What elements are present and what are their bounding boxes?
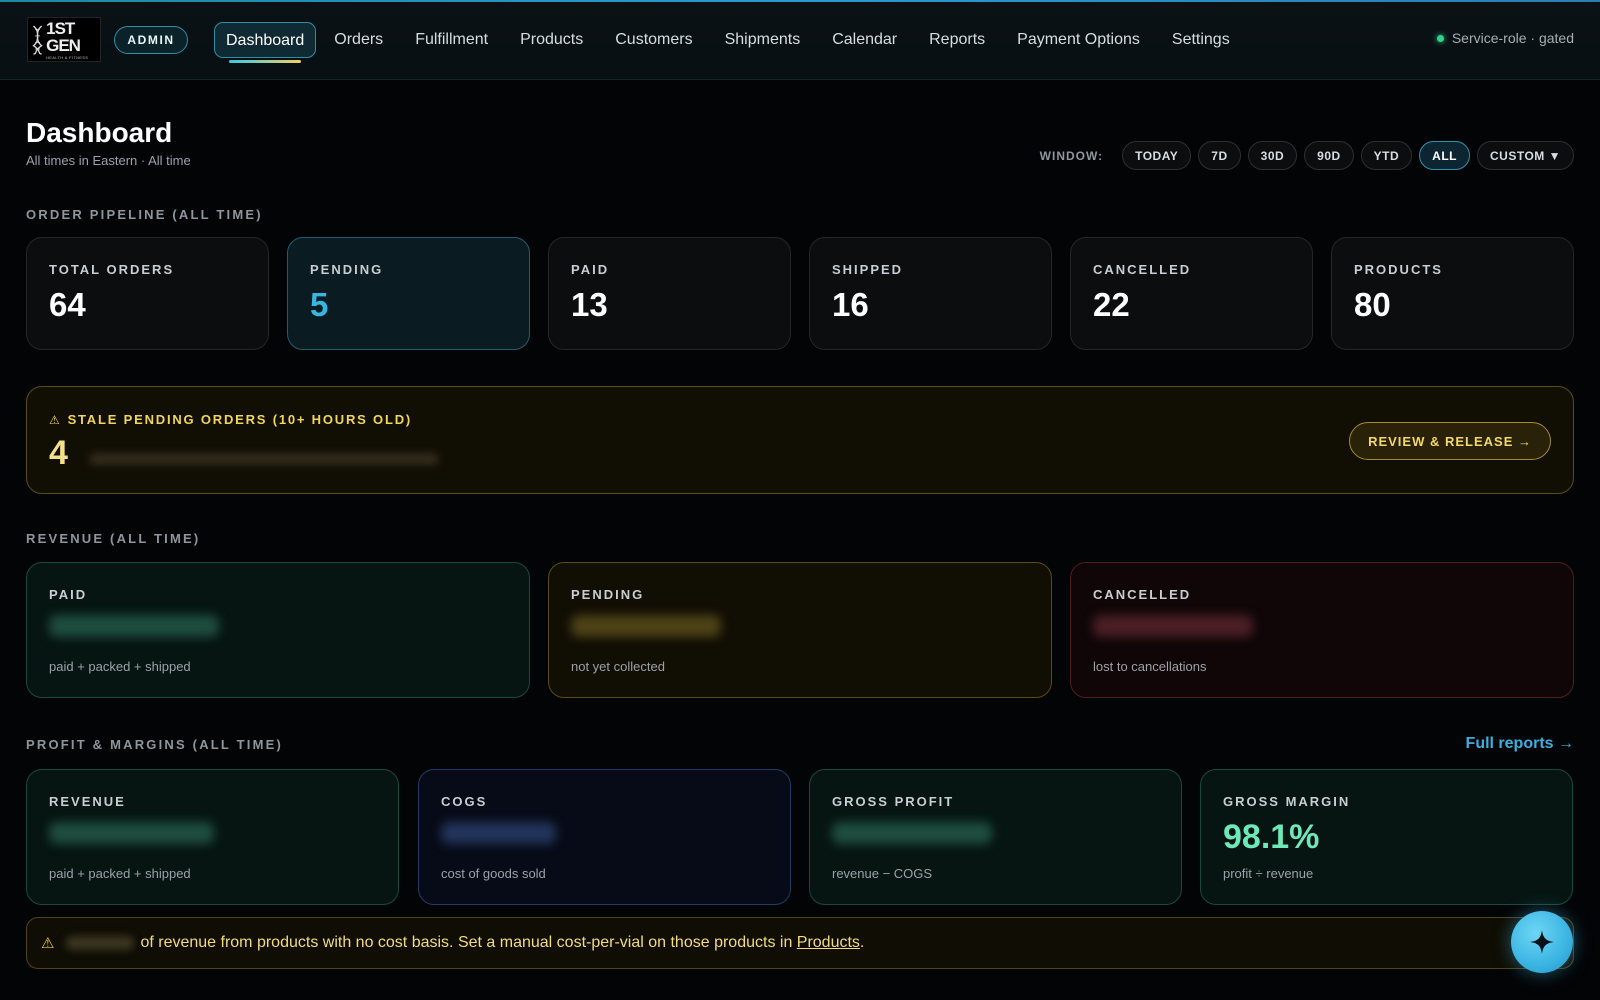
stale-count: 4 — [49, 434, 68, 472]
redacted-amount — [49, 822, 214, 844]
nav-settings[interactable]: Settings — [1156, 22, 1246, 58]
kpi-card-total-orders[interactable]: TOTAL ORDERS 64 — [26, 237, 269, 350]
kpi-value: 64 — [49, 286, 86, 323]
stale-pending-banner: ⚠ STALE PENDING ORDERS (10+ HOURS OLD) 4… — [26, 386, 1574, 494]
nav-calendar[interactable]: Calendar — [816, 22, 913, 58]
revenue-card-paid: PAID paid + packed + shipped — [26, 562, 530, 698]
profit-note: revenue − COGS — [832, 866, 933, 881]
redacted-amount — [832, 822, 992, 844]
kpi-value: 5 — [310, 286, 329, 323]
window-30d-button[interactable]: 30D — [1247, 141, 1298, 170]
kpi-label: PENDING — [310, 262, 384, 277]
redacted-order-ids — [89, 453, 439, 465]
kpi-card-products[interactable]: PRODUCTS 80 — [1331, 237, 1574, 350]
page-subtitle: All times in Eastern · All time — [26, 153, 191, 168]
alert-end: . — [859, 934, 865, 951]
profit-label: REVENUE — [49, 794, 126, 809]
time-window-selector: WINDOW: TODAY 7D 30D 90D YTD ALL CUSTOM … — [1040, 141, 1574, 170]
profit-card-cogs: COGS cost of goods sold — [418, 769, 791, 905]
redacted-amount — [1093, 615, 1253, 637]
full-reports-link[interactable]: Full reports → — [1466, 735, 1574, 753]
profit-card-gross-profit: GROSS PROFIT revenue − COGS — [809, 769, 1182, 905]
section-title-pipeline: ORDER PIPELINE (ALL TIME) — [26, 207, 263, 222]
logo-tagline: HEALTH & FITNESS — [46, 54, 89, 60]
section-title-profit: PROFIT & MARGINS (ALL TIME) — [26, 737, 284, 752]
redacted-amount — [66, 936, 135, 950]
nav-reports[interactable]: Reports — [913, 22, 1001, 58]
nav-fulfillment[interactable]: Fulfillment — [399, 22, 504, 58]
window-90d-button[interactable]: 90D — [1304, 141, 1354, 170]
alert-products-link[interactable]: Products — [797, 934, 860, 951]
top-navigation-bar: 1ST GEN HEALTH & FITNESS ADMIN Dashboard… — [0, 0, 1600, 80]
profit-label: GROSS MARGIN — [1223, 794, 1351, 809]
window-today-button[interactable]: TODAY — [1122, 141, 1192, 170]
window-7d-button[interactable]: 7D — [1198, 141, 1241, 170]
profit-note: cost of goods sold — [441, 866, 546, 881]
nav-dashboard[interactable]: Dashboard — [214, 22, 317, 63]
revenue-note: not yet collected — [571, 659, 665, 674]
section-title-revenue: REVENUE (ALL TIME) — [26, 531, 201, 546]
kpi-card-cancelled[interactable]: CANCELLED 22 — [1070, 237, 1313, 350]
assistant-fab-button[interactable] — [1511, 911, 1573, 973]
cost-basis-alert: ⚠ of revenue from products with no cost … — [26, 917, 1574, 969]
main-nav: Dashboard Orders Fulfillment Products Cu… — [214, 22, 1246, 63]
kpi-value: 80 — [1354, 286, 1391, 323]
stale-label: STALE PENDING ORDERS (10+ HOURS OLD) — [67, 412, 413, 427]
profit-label: COGS — [441, 794, 488, 809]
kpi-value: 22 — [1093, 286, 1130, 323]
service-status: Service-role · gated — [1436, 30, 1574, 46]
nav-orders[interactable]: Orders — [318, 22, 399, 58]
redacted-amount — [571, 615, 721, 637]
window-label: WINDOW: — [1039, 148, 1104, 163]
nav-customers[interactable]: Customers — [599, 22, 708, 58]
profit-card-revenue: REVENUE paid + packed + shipped — [26, 769, 399, 905]
window-all-button[interactable]: ALL — [1419, 141, 1470, 170]
kpi-label: SHIPPED — [832, 262, 904, 277]
revenue-label: PAID — [49, 587, 88, 602]
kpi-card-paid[interactable]: PAID 13 — [548, 237, 791, 350]
kpi-card-shipped[interactable]: SHIPPED 16 — [809, 237, 1052, 350]
profit-note: paid + packed + shipped — [49, 866, 191, 881]
warning-icon: ⚠ — [49, 412, 62, 427]
revenue-note: lost to cancellations — [1093, 659, 1207, 674]
kpi-label: CANCELLED — [1093, 262, 1192, 277]
redacted-amount — [49, 615, 219, 637]
kpi-label: PRODUCTS — [1354, 262, 1443, 277]
status-dot-icon — [1436, 34, 1444, 42]
service-status-text: Service-role · gated — [1451, 30, 1574, 46]
sparkle-icon — [1530, 930, 1554, 954]
kpi-label: TOTAL ORDERS — [49, 262, 175, 277]
kpi-value: 13 — [571, 286, 608, 323]
revenue-note: paid + packed + shipped — [49, 659, 191, 674]
logo-wordmark: 1ST GEN — [46, 18, 81, 55]
nav-payment-options[interactable]: Payment Options — [1001, 22, 1156, 58]
gross-margin-value: 98.1% — [1223, 818, 1320, 856]
window-ytd-button[interactable]: YTD — [1360, 141, 1413, 170]
alert-text: of revenue from products with no cost ba… — [140, 934, 797, 951]
dna-helix-icon — [32, 25, 43, 55]
warning-icon: ⚠ — [41, 935, 55, 952]
page-title: Dashboard — [26, 117, 173, 148]
admin-role-badge: ADMIN — [114, 26, 188, 54]
profit-label: GROSS PROFIT — [832, 794, 955, 809]
revenue-label: PENDING — [571, 587, 645, 602]
window-custom-dropdown[interactable]: CUSTOM ▼ — [1477, 141, 1574, 170]
kpi-value: 16 — [832, 286, 869, 323]
nav-shipments[interactable]: Shipments — [709, 22, 817, 58]
nav-products[interactable]: Products — [504, 22, 599, 58]
kpi-card-pending[interactable]: PENDING 5 — [287, 237, 530, 350]
revenue-card-pending: PENDING not yet collected — [548, 562, 1052, 698]
revenue-card-cancelled: CANCELLED lost to cancellations — [1070, 562, 1574, 698]
review-release-button[interactable]: REVIEW & RELEASE → — [1349, 422, 1551, 460]
redacted-amount — [441, 822, 556, 844]
revenue-label: CANCELLED — [1093, 587, 1192, 602]
profit-card-gross-margin: GROSS MARGIN 98.1% profit ÷ revenue — [1200, 769, 1573, 905]
profit-note: profit ÷ revenue — [1223, 866, 1314, 881]
brand-logo[interactable]: 1ST GEN HEALTH & FITNESS — [27, 17, 101, 62]
kpi-label: PAID — [571, 262, 610, 277]
